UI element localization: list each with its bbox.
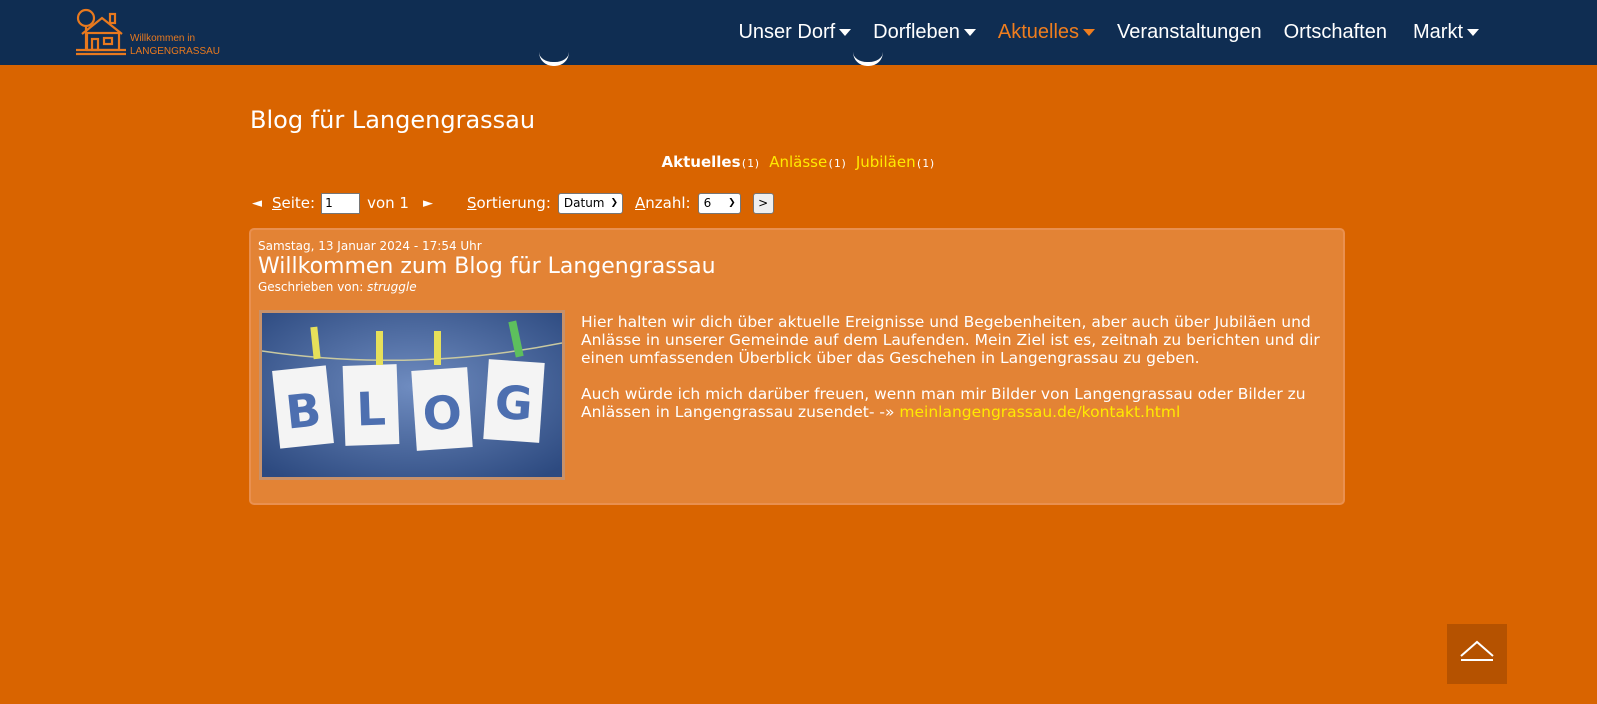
chevron-down-icon: ❯ xyxy=(728,198,736,208)
blog-letter: L xyxy=(356,382,387,437)
nav-label: Markt xyxy=(1413,21,1463,43)
triangle-left-icon[interactable]: ◄ xyxy=(252,196,262,211)
post-author: Geschrieben von: struggle xyxy=(258,280,417,294)
site-logo[interactable]: Willkommen in LANGENGRASSAU xyxy=(74,6,224,58)
category-name: Anlässe xyxy=(769,153,828,171)
triangle-right-icon[interactable]: ► xyxy=(423,196,433,211)
caret-down-icon xyxy=(839,29,852,36)
logo-text: Willkommen in LANGENGRASSAU xyxy=(130,32,220,58)
page-label: Seite: xyxy=(272,194,316,212)
post-body: Hier halten wir dich über aktuelle Ereig… xyxy=(581,313,1337,439)
blog-image[interactable]: B L O G xyxy=(259,310,565,480)
logo-line-2: LANGENGRASSAU xyxy=(130,46,221,57)
caret-down-icon xyxy=(1467,29,1479,36)
contact-link[interactable]: meinlangengrassau.de/kontakt.html xyxy=(899,403,1180,421)
nav-label: Unser Dorf xyxy=(738,21,836,43)
pagination-bar: ◄ Seite: von 1 ► Sortierung: Datum❯ Anza… xyxy=(252,192,774,214)
category-count: (1) xyxy=(740,157,761,170)
nav-item-ortschaften[interactable]: Ortschaften xyxy=(1284,21,1387,44)
category-filter: Aktuelles(1) Anlässe(1) Jubiläen(1) xyxy=(0,153,1597,171)
chevron-down-icon: ❯ xyxy=(610,198,619,208)
category-count: (1) xyxy=(827,157,848,170)
blog-letter: B xyxy=(283,382,324,439)
logo-line-1: Willkommen in xyxy=(130,33,196,44)
sort-select[interactable]: Datum ❯ xyxy=(557,192,624,214)
post-title[interactable]: Willkommen zum Blog für Langengrassau xyxy=(258,254,716,279)
category-anlaesse[interactable]: Anlässe(1) xyxy=(769,153,847,171)
nav-item-markt[interactable]: Markt xyxy=(1413,21,1479,44)
blog-letter: G xyxy=(493,375,534,432)
caret-down-icon xyxy=(963,29,976,36)
apply-button[interactable]: > xyxy=(752,192,774,214)
nav-label: Veranstaltungen xyxy=(1117,21,1262,43)
page-title: Blog für Langengrassau xyxy=(250,106,536,134)
post-paragraph: Auch würde ich mich darüber freuen, wenn… xyxy=(581,385,1306,421)
nav-label: Aktuelles xyxy=(997,21,1080,43)
sort-label: Sortierung: xyxy=(466,194,551,212)
category-count: (1) xyxy=(915,157,936,170)
page-number-input[interactable] xyxy=(321,192,361,214)
post-date: Samstag, 13 Januar 2024 - 17:54 Uhr xyxy=(258,239,482,253)
nav-label: Ortschaften xyxy=(1283,21,1387,43)
chevron-up-icon xyxy=(1460,640,1494,661)
nav-item-aktuelles[interactable]: Aktuelles xyxy=(997,21,1096,44)
nav-item-veranstaltungen[interactable]: Veranstaltungen xyxy=(1117,21,1262,44)
count-select[interactable]: 6 ❯ xyxy=(697,192,741,214)
category-aktuelles[interactable]: Aktuelles(1) xyxy=(662,153,761,171)
blog-post-card: Samstag, 13 Januar 2024 - 17:54 Uhr Will… xyxy=(249,228,1345,505)
top-navigation-bar: Willkommen in LANGENGRASSAU Unser Dorf D… xyxy=(0,0,1597,65)
category-jubilaeen[interactable]: Jubiläen(1) xyxy=(856,153,936,171)
post-paragraph: Hier halten wir dich über aktuelle Ereig… xyxy=(581,313,1320,367)
main-navigation: Unser Dorf Dorfleben Aktuelles Veranstal… xyxy=(716,0,1479,65)
blog-letter: O xyxy=(421,385,464,442)
nav-label: Dorfleben xyxy=(873,21,960,43)
scroll-to-top-button[interactable] xyxy=(1447,624,1507,684)
nav-item-unser-dorf[interactable]: Unser Dorf xyxy=(738,21,852,44)
caret-down-icon xyxy=(1083,29,1096,36)
count-label: Anzahl: xyxy=(635,194,691,212)
category-name: Aktuelles xyxy=(661,153,741,171)
category-name: Jubiläen xyxy=(855,153,916,171)
house-logo-icon xyxy=(76,8,126,56)
author-name[interactable]: struggle xyxy=(367,280,416,294)
nav-item-dorfleben[interactable]: Dorfleben xyxy=(873,21,976,44)
page-of-label: von 1 xyxy=(367,194,409,212)
